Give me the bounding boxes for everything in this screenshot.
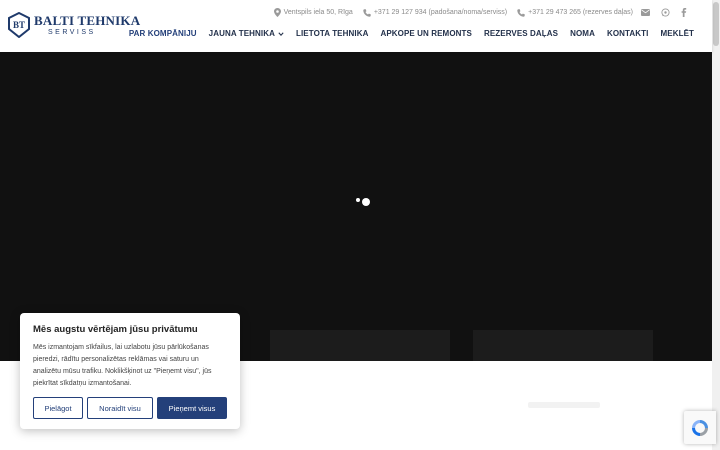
scrollbar-thumb[interactable] — [713, 2, 719, 46]
nav-item-rezerves-dalas[interactable]: REZERVES DAĻAS — [484, 29, 558, 38]
cookie-title: Mēs augstu vērtējam jūsu privātumu — [33, 324, 198, 335]
cookie-text: Mēs izmantojam sīkfailus, lai uzlabotu j… — [33, 344, 212, 387]
nav-item-label: JAUNA TEHNIKA — [208, 29, 275, 38]
loading-spinner-dot — [356, 198, 360, 202]
address-text: Ventspils iela 50, Rīga — [283, 9, 353, 16]
phone-icon — [517, 8, 525, 17]
cookie-buttons: Pielāgot Noraidīt visu Pieņemt visus — [33, 397, 227, 419]
nav-item-jauna-tehnika[interactable]: JAUNA TEHNIKA — [209, 29, 284, 38]
accept-all-button[interactable]: Pieņemt visus — [157, 397, 227, 419]
loading-spinner-dot — [362, 198, 370, 206]
bt-shield-logo-icon: BT — [8, 12, 30, 38]
recaptcha-icon — [692, 419, 708, 436]
contact-topbar: Ventspils iela 50, Rīga +371 29 127 934 … — [264, 8, 690, 17]
nav-item-meklet[interactable]: MEKLĒT — [661, 29, 695, 38]
whatsapp-link[interactable] — [661, 8, 673, 17]
site-header: BT BALTI TEHNIKA SERVISS Ventspils iela … — [0, 0, 712, 52]
nav-item-lietota-tehnika[interactable]: LIETOTA TEHNIKA — [296, 29, 368, 38]
facebook-icon — [681, 8, 687, 17]
nav-item-noma[interactable]: NOMA — [570, 29, 595, 38]
whatsapp-icon — [661, 8, 670, 17]
reject-all-button[interactable]: Noraidīt visu — [87, 397, 153, 419]
feature-card[interactable] — [473, 330, 653, 361]
scrollbar-track[interactable] — [712, 0, 720, 450]
chevron-down-icon — [278, 31, 284, 36]
recaptcha-badge[interactable] — [684, 411, 716, 444]
brand-title: BALTI TEHNIKA — [34, 13, 141, 28]
address-item[interactable]: Ventspils iela 50, Rīga — [273, 8, 353, 17]
phone-icon — [363, 8, 371, 17]
nav-item-kontakti[interactable]: KONTAKTI — [607, 29, 649, 38]
customize-button[interactable]: Pielāgot — [33, 397, 83, 419]
cookie-consent-banner: Mēs augstu vērtējam jūsu privātumu Mēs i… — [20, 313, 240, 429]
phone-service-item[interactable]: +371 29 127 934 (padošana/noma/serviss) — [363, 8, 508, 17]
nav-item-apkope-un-remonts[interactable]: APKOPE UN REMONTS — [380, 29, 472, 38]
mail-icon — [641, 9, 650, 16]
main-nav: PAR KOMPĀNIJU JAUNA TEHNIKA LIETOTA TEHN… — [117, 29, 694, 38]
phone-parts-text: +371 29 473 265 (rezerves daļas) — [528, 9, 633, 16]
phone-service-text: +371 29 127 934 (padošana/noma/serviss) — [373, 9, 508, 16]
facebook-link[interactable] — [681, 8, 690, 17]
faint-section-heading — [528, 402, 600, 408]
mail-link[interactable] — [641, 9, 653, 16]
svg-text:BT: BT — [13, 20, 25, 30]
feature-card[interactable] — [270, 330, 450, 361]
nav-item-par-kompaniju[interactable]: PAR KOMPĀNIJU — [129, 29, 197, 38]
map-pin-icon — [273, 8, 281, 17]
phone-parts-item[interactable]: +371 29 473 265 (rezerves daļas) — [517, 8, 633, 17]
